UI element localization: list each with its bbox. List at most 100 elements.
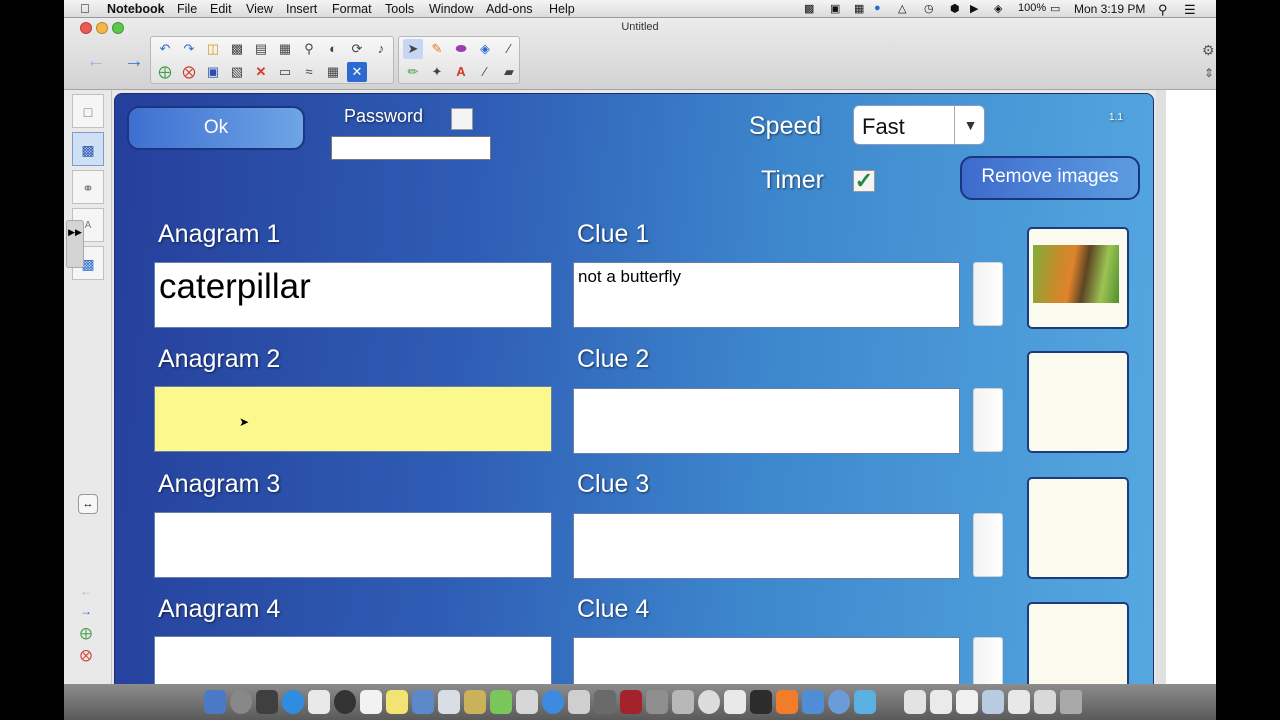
shade-icon[interactable]: ◐	[323, 39, 343, 59]
trash-icon[interactable]	[1060, 690, 1082, 714]
display-icon[interactable]: ▦	[854, 2, 864, 15]
image-slot-1[interactable]	[1027, 227, 1129, 329]
remove-images-button[interactable]: Remove images	[960, 156, 1140, 200]
delete-page-icon[interactable]: ⨂	[179, 62, 199, 82]
paste-icon[interactable]: ▤	[251, 39, 271, 59]
notification-list-icon[interactable]: ☰	[1184, 2, 1196, 18]
fill-icon[interactable]: ◈	[475, 39, 495, 59]
smart-notebook-icon[interactable]	[802, 690, 824, 714]
image-slot-2[interactable]	[1027, 351, 1129, 453]
app-store-icon[interactable]	[828, 690, 850, 714]
move-sidebar-button[interactable]: ↔	[78, 494, 98, 514]
document-2-icon[interactable]	[930, 690, 952, 714]
time-machine-icon[interactable]: ◷	[924, 2, 934, 15]
close-panel-icon[interactable]: ✕	[347, 62, 367, 82]
star-app-icon[interactable]	[464, 690, 486, 714]
system-preferences-icon[interactable]	[646, 690, 668, 714]
launchpad-icon[interactable]	[230, 690, 252, 714]
add-page-icon[interactable]: ⨁	[155, 62, 175, 82]
menu-file[interactable]: File	[177, 2, 197, 16]
redo-icon[interactable]: ↷	[179, 39, 199, 59]
pen-clear-icon[interactable]: ≈	[299, 62, 319, 82]
screenshot-app-icon[interactable]	[672, 690, 694, 714]
settings-gear-icon[interactable]: ⚙	[1202, 42, 1215, 59]
back-arrow-icon[interactable]: ←	[86, 50, 106, 73]
photos-icon[interactable]	[776, 690, 798, 714]
display-mode-icon[interactable]: ▭	[275, 62, 295, 82]
document-3-icon[interactable]	[956, 690, 978, 714]
open-folder-icon[interactable]: ◫	[203, 39, 223, 59]
itunes-icon[interactable]	[542, 690, 564, 714]
menu-clock[interactable]: Mon 3:19 PM	[1074, 2, 1145, 16]
menu-app-name[interactable]: Notebook	[107, 2, 165, 16]
chrome-icon[interactable]	[724, 690, 746, 714]
folder-icon[interactable]	[982, 690, 1004, 714]
sidebar-back-icon[interactable]: ←	[80, 584, 92, 598]
calculator-icon[interactable]	[568, 690, 590, 714]
preview-icon[interactable]	[516, 690, 538, 714]
photo-app-icon[interactable]	[620, 690, 642, 714]
notes-icon[interactable]	[386, 690, 408, 714]
forward-arrow-icon[interactable]: →	[124, 50, 144, 73]
battery-percent[interactable]: 100%	[1018, 2, 1046, 14]
airplay-icon[interactable]: △	[898, 2, 906, 15]
magnifier-icon[interactable]: ⚲	[299, 39, 319, 59]
magic-pen-icon[interactable]: ✦	[427, 62, 447, 82]
safari-icon[interactable]	[282, 690, 304, 714]
clue-2-input[interactable]	[573, 388, 960, 454]
presentation-icon[interactable]	[438, 690, 460, 714]
dashboard-icon[interactable]	[334, 690, 356, 714]
save-icon[interactable]: ▣	[203, 62, 223, 82]
text-recognize-icon[interactable]: ♪	[371, 39, 391, 59]
menu-window[interactable]: Window	[429, 2, 473, 16]
row-1-extra-box[interactable]	[973, 262, 1003, 326]
document-icon[interactable]	[904, 690, 926, 714]
document-5-icon[interactable]	[1034, 690, 1056, 714]
apple-icon[interactable]: 	[80, 1, 90, 16]
timer-checkbox[interactable]: ✓	[853, 170, 875, 192]
dvd-player-icon[interactable]	[698, 690, 720, 714]
sidebar-forward-icon[interactable]: →	[80, 604, 92, 618]
calendar-icon[interactable]	[360, 690, 382, 714]
pen-icon[interactable]: ✎	[427, 39, 447, 59]
bluetooth-icon[interactable]: ⬢	[950, 2, 960, 15]
color-pens-icon[interactable]: ✏	[403, 62, 423, 82]
anagram-3-input[interactable]	[154, 512, 552, 578]
spotlight-search-icon[interactable]: ⚲	[1158, 2, 1168, 18]
undo-icon[interactable]: ↶	[155, 39, 175, 59]
battery-icon[interactable]: ▭	[1050, 2, 1060, 15]
screen-capture-icon[interactable]: ▩	[227, 39, 247, 59]
anagram-2-input[interactable]	[154, 386, 552, 452]
password-checkbox[interactable]	[451, 108, 473, 130]
ok-button[interactable]: Ok	[127, 106, 305, 150]
line-tool-icon[interactable]: ∕	[475, 62, 495, 82]
menu-insert[interactable]: Insert	[286, 2, 317, 16]
finder-icon[interactable]	[204, 690, 226, 714]
document-4-icon[interactable]	[1008, 690, 1030, 714]
photo-booth-icon[interactable]	[594, 690, 616, 714]
mission-control-icon[interactable]	[256, 690, 278, 714]
delete-icon[interactable]: ✕	[251, 62, 271, 82]
eraser-icon[interactable]: ⬬	[451, 39, 471, 59]
menu-view[interactable]: View	[246, 2, 273, 16]
toolbar-expand-icon[interactable]: ⇕	[1204, 66, 1214, 80]
menu-format[interactable]: Format	[332, 2, 372, 16]
rotate-icon[interactable]: ⟳	[347, 39, 367, 59]
contacts-icon[interactable]	[308, 690, 330, 714]
sidebar-add-page-icon[interactable]: ⨁	[80, 626, 92, 640]
clue-1-input[interactable]: not a butterfly	[573, 262, 960, 328]
shape-eraser-icon[interactable]: ▰	[499, 62, 519, 82]
row-3-extra-box[interactable]	[973, 513, 1003, 577]
chevron-down-icon[interactable]: ▼	[954, 106, 986, 144]
brush-icon[interactable]: ∕	[499, 39, 519, 59]
password-input[interactable]	[331, 136, 491, 160]
speed-dropdown[interactable]: Fast ▼	[853, 105, 985, 145]
duplicate-icon[interactable]: ▧	[227, 62, 247, 82]
text-tool-icon[interactable]: A	[451, 62, 471, 82]
screenshot-icon[interactable]: ▩	[804, 2, 814, 15]
gallery-tab[interactable]: ▩	[72, 132, 104, 166]
attachments-tab[interactable]: ⚭	[72, 170, 104, 204]
sidebar-delete-page-icon[interactable]: ⨂	[80, 648, 92, 662]
camera-icon[interactable]: ▣	[830, 2, 840, 15]
pen-app-icon[interactable]	[412, 690, 434, 714]
